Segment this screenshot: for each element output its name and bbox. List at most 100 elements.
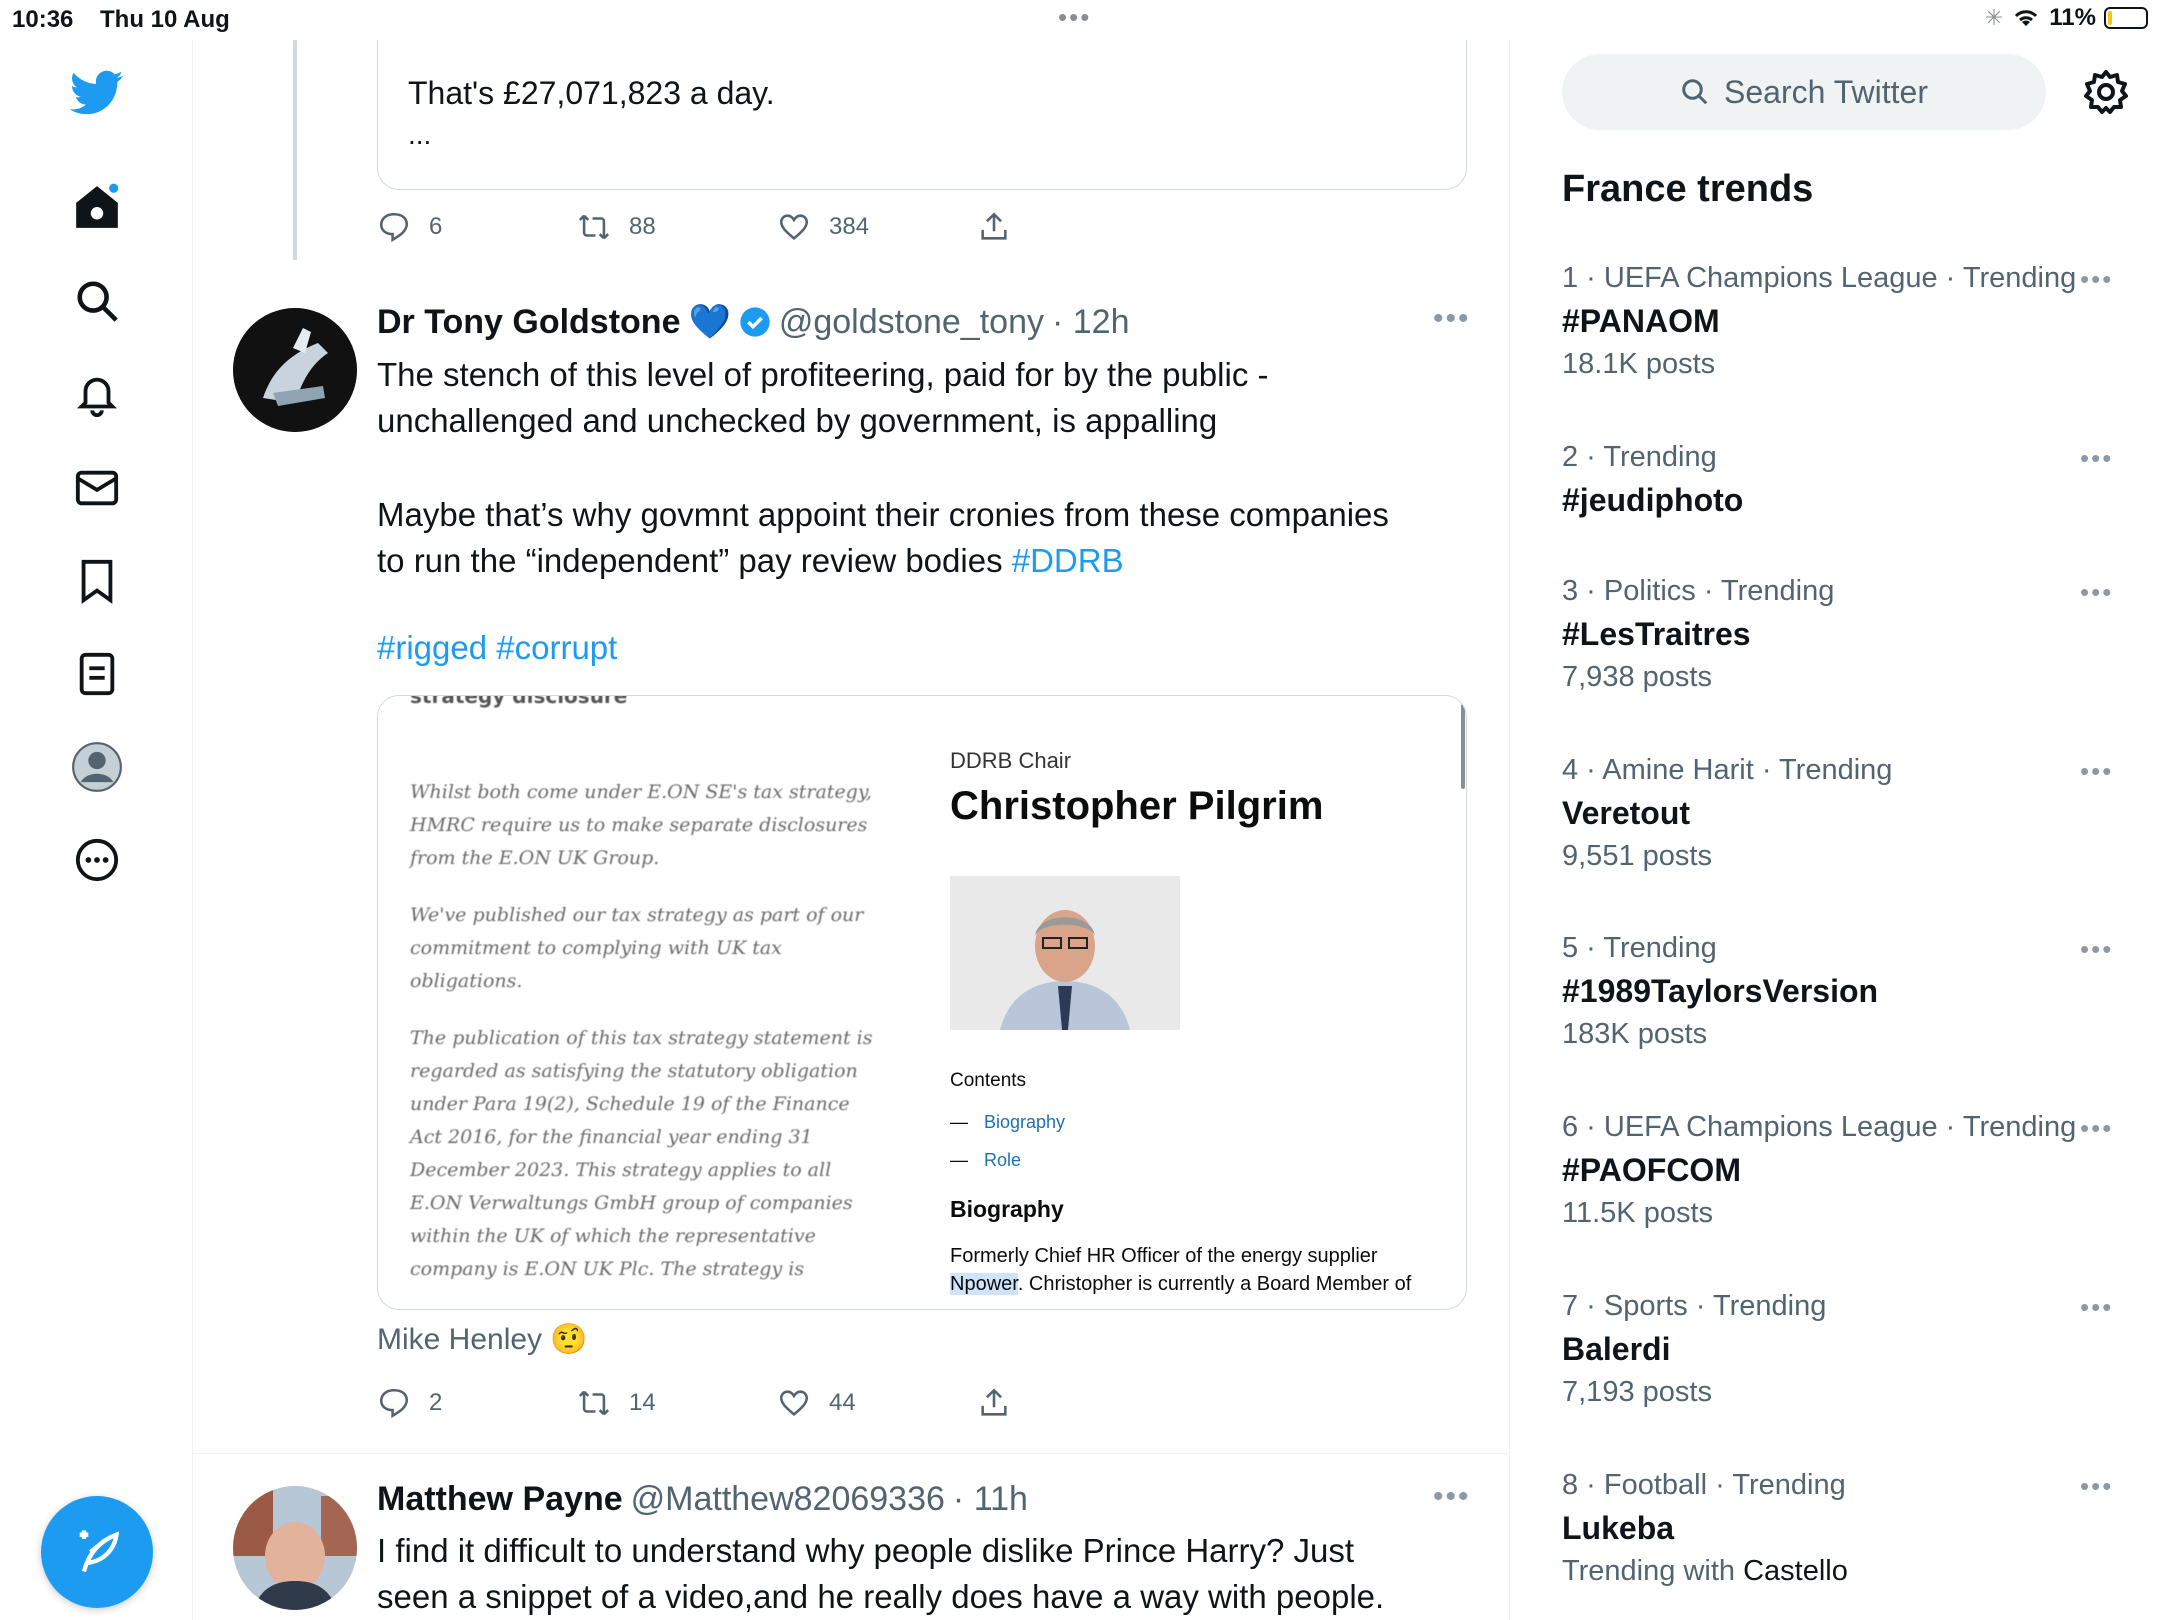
tax-strategy-document: strategy disclosure Whilst both come und… <box>410 696 880 1309</box>
trend-count: Trending with Castello <box>1562 1555 2122 1588</box>
author-handle[interactable]: @goldstone_tony <box>779 303 1044 342</box>
search-input[interactable]: Search Twitter <box>1562 54 2046 130</box>
reply-button[interactable]: 6 <box>377 210 442 244</box>
tweet-actions: 6 88 384 <box>377 210 1177 250</box>
retweet-count: 14 <box>629 1389 656 1416</box>
explore-icon[interactable] <box>62 266 132 336</box>
trend-more-icon[interactable]: ••• <box>2080 756 2113 787</box>
thread-line <box>293 40 297 260</box>
share-button[interactable] <box>977 210 1011 244</box>
contents-link-role: — Role <box>950 1150 1022 1170</box>
tweet-time[interactable]: · 11h <box>953 1480 1028 1519</box>
twitter-logo-icon[interactable] <box>62 58 132 128</box>
trend-meta: 8 · Football · Trending <box>1562 1469 1846 1501</box>
tweet-more-icon[interactable]: ••• <box>1433 302 1471 336</box>
like-count: 44 <box>829 1389 856 1416</box>
trend-more-icon[interactable]: ••• <box>2080 1471 2113 1502</box>
tweet-text-line: I find it difficult to understand why pe… <box>377 1532 1355 1569</box>
trend-count: 7,193 posts <box>1562 1376 1712 1408</box>
messages-icon[interactable] <box>62 453 132 523</box>
selected-text: Npower <box>950 1273 1018 1295</box>
author-name[interactable]: Matthew Payne <box>377 1480 623 1519</box>
author-handle[interactable]: @Matthew82069336 <box>631 1480 945 1519</box>
biography-line: Formerly Chief HR Officer of the energy … <box>950 1245 1378 1267</box>
chair-label: DDRB Chair <box>950 748 1072 773</box>
trend-meta: 7 · Sports · Trending <box>1562 1290 1827 1322</box>
trend-more-icon[interactable]: ••• <box>2080 577 2113 608</box>
trend-more-icon[interactable]: ••• <box>2080 934 2113 965</box>
retweet-icon <box>578 214 610 240</box>
compose-tweet-button[interactable] <box>41 1496 153 1608</box>
reply-icon <box>379 212 409 243</box>
avatar[interactable] <box>233 1486 357 1610</box>
scrollbar[interactable] <box>1461 704 1465 789</box>
tweet-media-image[interactable]: strategy disclosure Whilst both come und… <box>377 695 1467 1310</box>
biography-fragment: . Christopher is currently a Board Membe… <box>1017 1273 1412 1295</box>
right-sidebar: Search Twitter France trends 1 · UEFA Ch… <box>1510 40 2160 1620</box>
trend-item[interactable]: 8 · Football · Trending Lukeba Trending … <box>1562 1469 2122 1588</box>
like-button[interactable]: 44 <box>777 1386 856 1420</box>
reply-icon <box>379 1388 409 1419</box>
left-nav <box>0 40 193 1620</box>
quoted-tweet-card[interactable]: That's £27,071,823 a day. ... <box>377 40 1467 190</box>
profile-icon[interactable] <box>62 732 132 802</box>
heart-icon <box>779 214 809 240</box>
reply-button[interactable]: 2 <box>377 1386 442 1420</box>
multitasking-dots-icon[interactable]: ••• <box>1058 2 1091 33</box>
biography-line: Npower. Christopher is currently a Board… <box>950 1270 1450 1298</box>
lists-icon[interactable] <box>62 639 132 709</box>
wifi-icon <box>2015 10 2038 26</box>
status-bar: 10:36 Thu 10 Aug ••• ✳ 11% <box>0 0 2160 40</box>
trend-more-icon[interactable]: ••• <box>2080 1292 2113 1323</box>
author-name[interactable]: Dr Tony Goldstone <box>377 303 680 342</box>
hashtag-link[interactable]: #DDRB <box>1012 542 1124 579</box>
trend-meta: 6 · UEFA Champions League · Trending <box>1562 1111 2077 1143</box>
retweet-button[interactable]: 88 <box>577 210 656 244</box>
trend-more-icon[interactable]: ••• <box>2080 1113 2113 1144</box>
trend-item[interactable]: 3 · Politics · Trending #LesTraitres 7,9… <box>1562 575 2122 694</box>
trend-name: Veretout <box>1562 795 1691 831</box>
contents-link-biography: — Biography <box>950 1112 1066 1132</box>
trend-name: #jeudiphoto <box>1562 482 1744 518</box>
avatar[interactable] <box>233 308 357 432</box>
trend-name: #1989TaylorsVersion <box>1562 973 1879 1009</box>
more-icon[interactable] <box>62 825 132 895</box>
quoted-tweet-ellipsis: ... <box>408 119 432 150</box>
trend-item[interactable]: 5 · Trending #1989TaylorsVersion 183K po… <box>1562 932 2122 1051</box>
tweet-text-line: to run the “independent” pay review bodi… <box>377 538 1477 584</box>
status-right: ✳ 11% <box>1985 4 2148 32</box>
tweet-divider <box>193 1453 1509 1454</box>
tweet-header: Matthew Payne @Matthew82069336 · 11h <box>377 1480 1028 1519</box>
trend-item[interactable]: 4 · Amine Harit · Trending Veretout 9,55… <box>1562 754 2122 873</box>
trend-more-icon[interactable]: ••• <box>2080 443 2113 474</box>
trend-more-icon[interactable]: ••• <box>2080 264 2113 295</box>
doc-paragraph: Whilst both come under E.ON SE's tax str… <box>410 781 873 869</box>
tweet-hashtags: #rigged #corrupt <box>377 625 1477 671</box>
retweet-icon <box>578 1390 610 1416</box>
biography-text: Formerly Chief HR Officer of the energy … <box>950 1242 1450 1298</box>
hashtag-link[interactable]: #corrupt <box>496 629 617 666</box>
trend-item[interactable]: 2 · Trending #jeudiphoto <box>1562 441 2122 519</box>
bookmarks-icon[interactable] <box>62 546 132 616</box>
tweet-more-icon[interactable]: ••• <box>1433 1480 1471 1514</box>
tweet-time[interactable]: · 12h <box>1052 303 1130 342</box>
mentioned-user-name: Mike Henley <box>377 1323 543 1356</box>
trend-item[interactable]: 7 · Sports · Trending Balerdi 7,193 post… <box>1562 1290 2122 1409</box>
notifications-icon[interactable] <box>62 360 132 430</box>
search-placeholder: Search Twitter <box>1724 73 1928 110</box>
trend-name: #PAOFCOM <box>1562 1152 1741 1188</box>
tweet-text-line: The stench of this level of profiteering… <box>377 356 1269 393</box>
retweet-count: 88 <box>629 213 656 240</box>
retweet-button[interactable]: 14 <box>577 1386 656 1420</box>
share-button[interactable] <box>977 1386 1011 1420</box>
trend-count: 11.5K posts <box>1562 1197 1714 1229</box>
trend-with-label: Trending with <box>1562 1555 1744 1587</box>
like-button[interactable]: 384 <box>777 210 869 244</box>
settings-gear-icon[interactable] <box>2082 68 2130 116</box>
timeline[interactable]: That's £27,071,823 a day. ... 6 88 384 D… <box>193 40 1510 1620</box>
hashtag-link[interactable]: #rigged <box>377 629 487 666</box>
trend-item[interactable]: 6 · UEFA Champions League · Trending #PA… <box>1562 1111 2122 1230</box>
mentioned-user[interactable]: Mike Henley 🤨 <box>377 1322 588 1357</box>
home-icon[interactable] <box>62 172 132 242</box>
trend-item[interactable]: 1 · UEFA Champions League · Trending #PA… <box>1562 262 2122 381</box>
